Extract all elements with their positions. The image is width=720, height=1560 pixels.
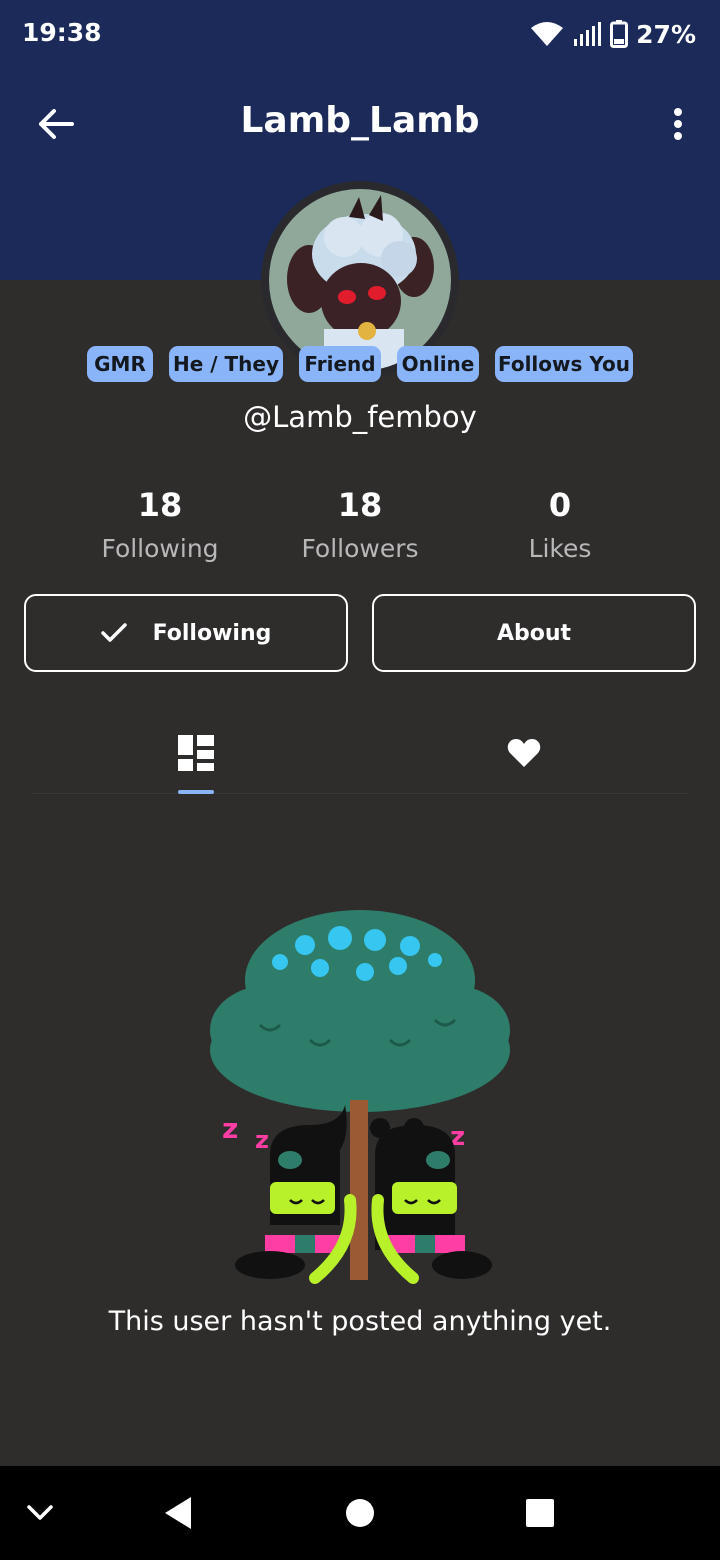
nav-collapse-button[interactable] [10, 1488, 70, 1538]
following-label: Following [101, 534, 219, 563]
profile-title: Lamb_Lamb [240, 100, 480, 141]
nav-recents-button[interactable] [510, 1488, 570, 1538]
about-button[interactable]: About [372, 594, 696, 672]
heart-icon [507, 739, 541, 767]
wifi-icon [531, 22, 564, 46]
stat-following[interactable]: 18 Following [60, 486, 260, 563]
likes-label: Likes [528, 534, 592, 563]
nav-home-button[interactable] [330, 1488, 390, 1538]
svg-text:z: z [222, 1112, 238, 1145]
tab-posts[interactable] [136, 712, 256, 794]
badge-friend: Friend [299, 346, 381, 382]
battery-icon [610, 20, 629, 48]
avatar[interactable] [269, 189, 451, 371]
followers-label: Followers [301, 534, 419, 563]
following-button-label: Following [152, 620, 272, 646]
check-icon [100, 623, 127, 642]
triangle-back-icon [165, 1497, 191, 1529]
square-recents-icon [526, 1499, 554, 1527]
status-bar: 19:38 27% [0, 0, 720, 70]
profile-screen: 19:38 27% Lamb_Lamb GMR He / They Friend… [0, 0, 720, 1560]
circle-home-icon [346, 1499, 374, 1527]
active-tab-indicator [178, 790, 214, 794]
badge-gmr: GMR [87, 346, 153, 382]
nav-back-button[interactable] [148, 1488, 208, 1538]
following-count: 18 [137, 486, 183, 524]
stat-followers[interactable]: 18 Followers [260, 486, 460, 563]
status-icons: 27% [530, 16, 696, 52]
system-nav-bar [0, 1466, 720, 1560]
following-button[interactable]: Following [24, 594, 348, 672]
profile-badges: GMR He / They Friend Online Follows You [0, 346, 720, 382]
profile-tabs [32, 712, 688, 794]
badge-follows-you: Follows You [495, 346, 633, 382]
empty-state-illustration: z z z [200, 900, 520, 1290]
battery-percentage: 27% [636, 19, 696, 49]
badge-pronouns: He / They [169, 346, 283, 382]
svg-text:z: z [255, 1126, 269, 1154]
signal-icon [574, 22, 602, 46]
more-options-button[interactable] [666, 102, 690, 146]
grid-icon [178, 735, 214, 771]
app-bar: Lamb_Lamb [0, 84, 720, 164]
profile-handle: @Lamb_femboy [243, 400, 477, 434]
empty-state-message: This user hasn't posted anything yet. [108, 1306, 612, 1337]
status-time: 19:38 [22, 18, 102, 47]
likes-count: 0 [548, 486, 572, 524]
avatar-image [269, 189, 451, 371]
sleeping-tree-illustration: z z z [210, 910, 510, 1284]
about-button-label: About [496, 620, 572, 646]
more-vertical-icon [674, 108, 682, 140]
tab-likes[interactable] [464, 712, 584, 794]
badge-online: Online [397, 346, 479, 382]
followers-count: 18 [337, 486, 383, 524]
chevron-down-icon [27, 1505, 53, 1520]
stat-likes[interactable]: 0 Likes [460, 486, 660, 563]
